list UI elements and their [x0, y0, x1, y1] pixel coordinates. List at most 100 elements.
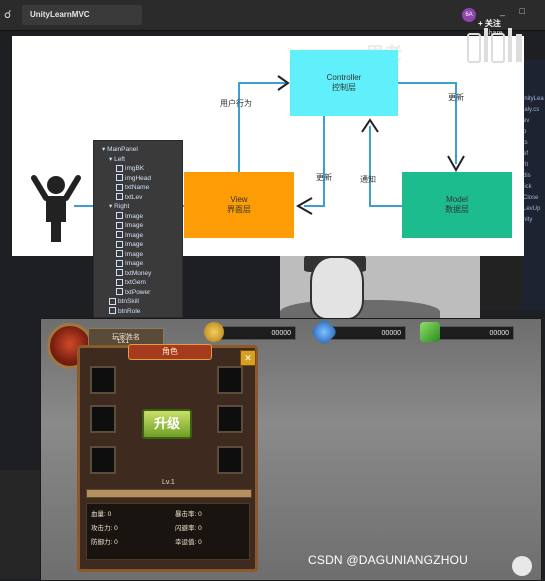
hierarchy-item[interactable]: Image	[116, 221, 143, 230]
hierarchy-item[interactable]: imgBK	[116, 164, 144, 173]
hierarchy-item-label: Right	[114, 203, 130, 210]
hierarchy-item[interactable]: imgHead	[116, 174, 151, 183]
gameobject-icon	[116, 278, 123, 286]
edge-user-action: 用户行为	[220, 99, 252, 108]
csdn-watermark: CSDN @DAGUNIANGZHOU	[308, 553, 468, 567]
hierarchy-item[interactable]: Image	[116, 212, 143, 221]
stat-row: 防御力: 0	[91, 536, 118, 546]
play-icon[interactable]	[512, 556, 532, 576]
upgrade-button[interactable]: 升级	[142, 409, 192, 439]
stat-value: 0	[114, 539, 118, 546]
gameobject-icon	[109, 297, 116, 305]
stat-value: 0	[198, 511, 202, 518]
model-cn: 数据层	[445, 205, 469, 214]
right-panel-item[interactable]: lick	[523, 184, 532, 190]
hierarchy-item[interactable]: Image	[116, 231, 143, 240]
left-panel	[0, 470, 40, 579]
gameobject-icon	[116, 269, 123, 277]
hierarchy-item-label: imgHead	[125, 174, 152, 182]
window-controls[interactable]: _ □	[500, 6, 531, 16]
stat-row: 幸运值: 0	[175, 536, 202, 546]
gameobject-icon	[109, 307, 116, 315]
view-node: View 界面层	[184, 172, 294, 238]
user-person-icon	[31, 175, 81, 242]
hierarchy-item[interactable]: Image	[116, 259, 143, 268]
right-panel-item[interactable]: nity	[523, 217, 532, 223]
stat-label: 防御力:	[91, 539, 113, 546]
gameobject-icon	[116, 250, 123, 258]
mvc-diagram: 一眉老 Controller 控制层 View	[12, 36, 524, 256]
right-panel-item[interactable]: ialy.cs	[523, 107, 539, 113]
right-panel-item[interactable]: Close	[523, 195, 538, 201]
hierarchy-item[interactable]: ▾ Right	[109, 202, 129, 211]
gameobject-icon	[116, 288, 123, 296]
role-panel-title: 角色	[128, 344, 212, 360]
gem-counter: 00000	[326, 326, 406, 340]
hierarchy-item-label: txtName	[125, 184, 150, 191]
gameobject-icon	[116, 183, 123, 191]
equip-slot[interactable]	[217, 446, 243, 474]
power-counter: 00000	[432, 326, 514, 340]
stat-row: 血量: 0	[91, 508, 111, 518]
hierarchy-item-label: Image	[125, 250, 144, 258]
project-tab[interactable]: UnityLearnMVC	[22, 5, 142, 25]
gameobject-icon	[116, 164, 123, 172]
hierarchy-item[interactable]: txtName	[116, 183, 149, 192]
hierarchy-item[interactable]: ▾ MainPanel	[102, 145, 138, 154]
equip-slot[interactable]	[90, 446, 116, 474]
equip-slot[interactable]	[217, 405, 243, 433]
stats-panel: 血量: 0 攻击力: 0 防御力: 0 暴击率: 0 闪避率: 0 幸运值: 0	[86, 503, 250, 560]
stat-row: 攻击力: 0	[91, 522, 118, 532]
gameobject-icon	[116, 240, 123, 248]
gameobject-icon	[116, 212, 123, 220]
view-cn: 界面层	[227, 205, 251, 214]
stat-row: 暴击率: 0	[175, 508, 202, 518]
right-panel-item[interactable]: dis	[523, 173, 531, 179]
edge-update-cv: 更新	[316, 173, 332, 182]
hierarchy-item[interactable]: btnRole	[109, 307, 140, 316]
close-button[interactable]: ✕	[240, 350, 256, 366]
hierarchy-item-label: Image	[125, 222, 144, 229]
hierarchy-item[interactable]: ▾ Left	[109, 155, 125, 164]
gameobject-icon	[116, 221, 123, 229]
edge-update-cm: 更新	[448, 93, 464, 102]
edge-notify: 通知	[360, 175, 376, 184]
hierarchy-item-label: Image	[125, 241, 144, 248]
controller-cn: 控制层	[332, 83, 356, 92]
stat-label: 幸运值:	[175, 539, 197, 546]
stat-label: 血量:	[91, 511, 106, 518]
gameobject-icon	[116, 193, 123, 201]
controller-node: Controller 控制层	[290, 50, 398, 116]
controller-en: Controller	[326, 73, 362, 82]
stat-label: 闪避率:	[175, 525, 197, 532]
character-level: Lv.1	[162, 479, 175, 486]
hierarchy-item[interactable]: btnSkill	[109, 297, 139, 306]
hierarchy-item-label: txtGem	[125, 279, 146, 286]
gameobject-icon	[116, 259, 123, 267]
stat-row: 闪避率: 0	[175, 522, 202, 532]
hierarchy-item-label: txtPower	[125, 288, 151, 296]
hierarchy-panel: ▾ MainPanel ▾ Left imgBK imgHead txtName txtL…	[93, 140, 183, 318]
equip-slot[interactable]	[90, 405, 116, 433]
hierarchy-item[interactable]: txtPower	[116, 288, 150, 297]
hierarchy-item[interactable]: txtLev	[116, 193, 142, 202]
right-panel-item[interactable]: inityLea	[523, 96, 544, 102]
hierarchy-item-label: imgBK	[125, 165, 145, 172]
hierarchy-item[interactable]: Image	[116, 240, 143, 249]
equip-slot[interactable]	[217, 366, 243, 394]
hierarchy-item[interactable]: txtGem	[116, 278, 146, 287]
stat-value: 0	[198, 525, 202, 532]
hierarchy-item-label: MainPanel	[107, 146, 138, 153]
hierarchy-item-label: Image	[125, 231, 144, 239]
view-en: View	[230, 195, 248, 204]
equip-slot[interactable]	[90, 366, 116, 394]
stat-label: 暴击率:	[175, 511, 197, 518]
editor-toolbar: ☌ UnityLearnMVC 6A _ □ + 关注	[0, 0, 545, 31]
hierarchy-item[interactable]: txtMoney	[116, 269, 151, 278]
search-icon[interactable]: ☌	[4, 8, 18, 22]
stat-value: 0	[114, 525, 118, 532]
gameobject-icon	[116, 231, 123, 239]
right-panel-item[interactable]: LevUp	[523, 206, 540, 212]
hierarchy-item[interactable]: Image	[116, 250, 143, 259]
hierarchy-item-label: txtMoney	[125, 269, 152, 277]
